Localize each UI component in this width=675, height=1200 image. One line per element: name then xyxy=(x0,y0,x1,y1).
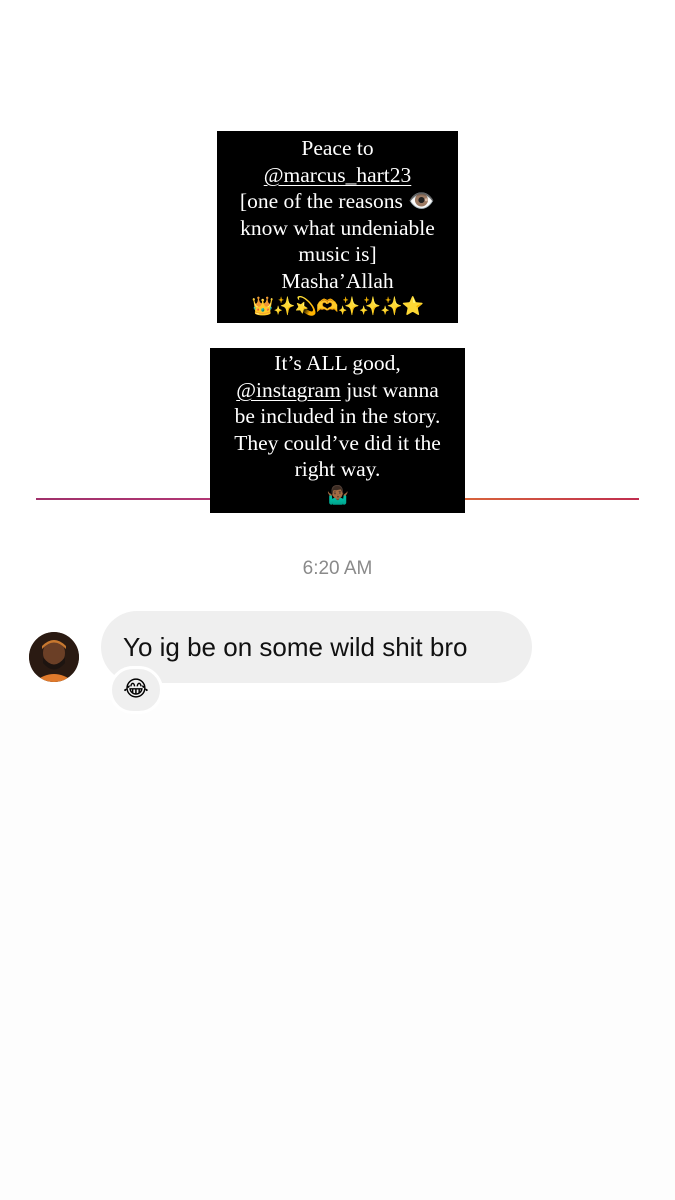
shared-story-1[interactable]: Peace to @marcus_hart23 [one of the reas… xyxy=(217,131,458,323)
story-1-line-3: [one of the reasons 👁️ xyxy=(239,189,436,213)
dm-thread: Peace to @marcus_hart23 [one of the reas… xyxy=(0,0,675,1200)
shared-story-2[interactable]: It’s ALL good, @instagram just wanna be … xyxy=(210,348,465,513)
story-1-emoji-line: 👑✨💫🫶✨✨✨⭐️ xyxy=(251,296,424,317)
story-2-emoji-line: 🤷🏾‍♂️ xyxy=(326,484,349,506)
reaction-laugh-icon[interactable]: 😂 xyxy=(109,666,163,714)
story-1-line-5: music is] xyxy=(298,242,377,266)
story-2-line-2-rest: just wanna xyxy=(340,377,439,402)
story-2-mention[interactable]: @instagram xyxy=(236,378,341,402)
story-2-line-4: They could’ve did it the xyxy=(234,430,441,455)
story-1-line-6: Masha’Allah xyxy=(281,268,394,293)
story-1-line-1: Peace to xyxy=(301,136,374,160)
story-1-mention[interactable]: @marcus_hart23 xyxy=(217,162,458,189)
story-2-line-5: right way. xyxy=(294,457,381,481)
story-1-line-4: know what undeniable xyxy=(240,215,435,240)
story-2-line-3: be included in the story. xyxy=(234,404,441,428)
message-bubble[interactable]: Yo ig be on some wild shit bro xyxy=(101,611,532,683)
message-timestamp: 6:20 AM xyxy=(302,558,373,579)
story-2-line-1: It’s ALL good, xyxy=(274,351,401,375)
avatar-image xyxy=(29,632,79,682)
story-2-line-2: @instagram just wanna xyxy=(210,377,465,404)
sender-avatar[interactable] xyxy=(29,632,79,682)
